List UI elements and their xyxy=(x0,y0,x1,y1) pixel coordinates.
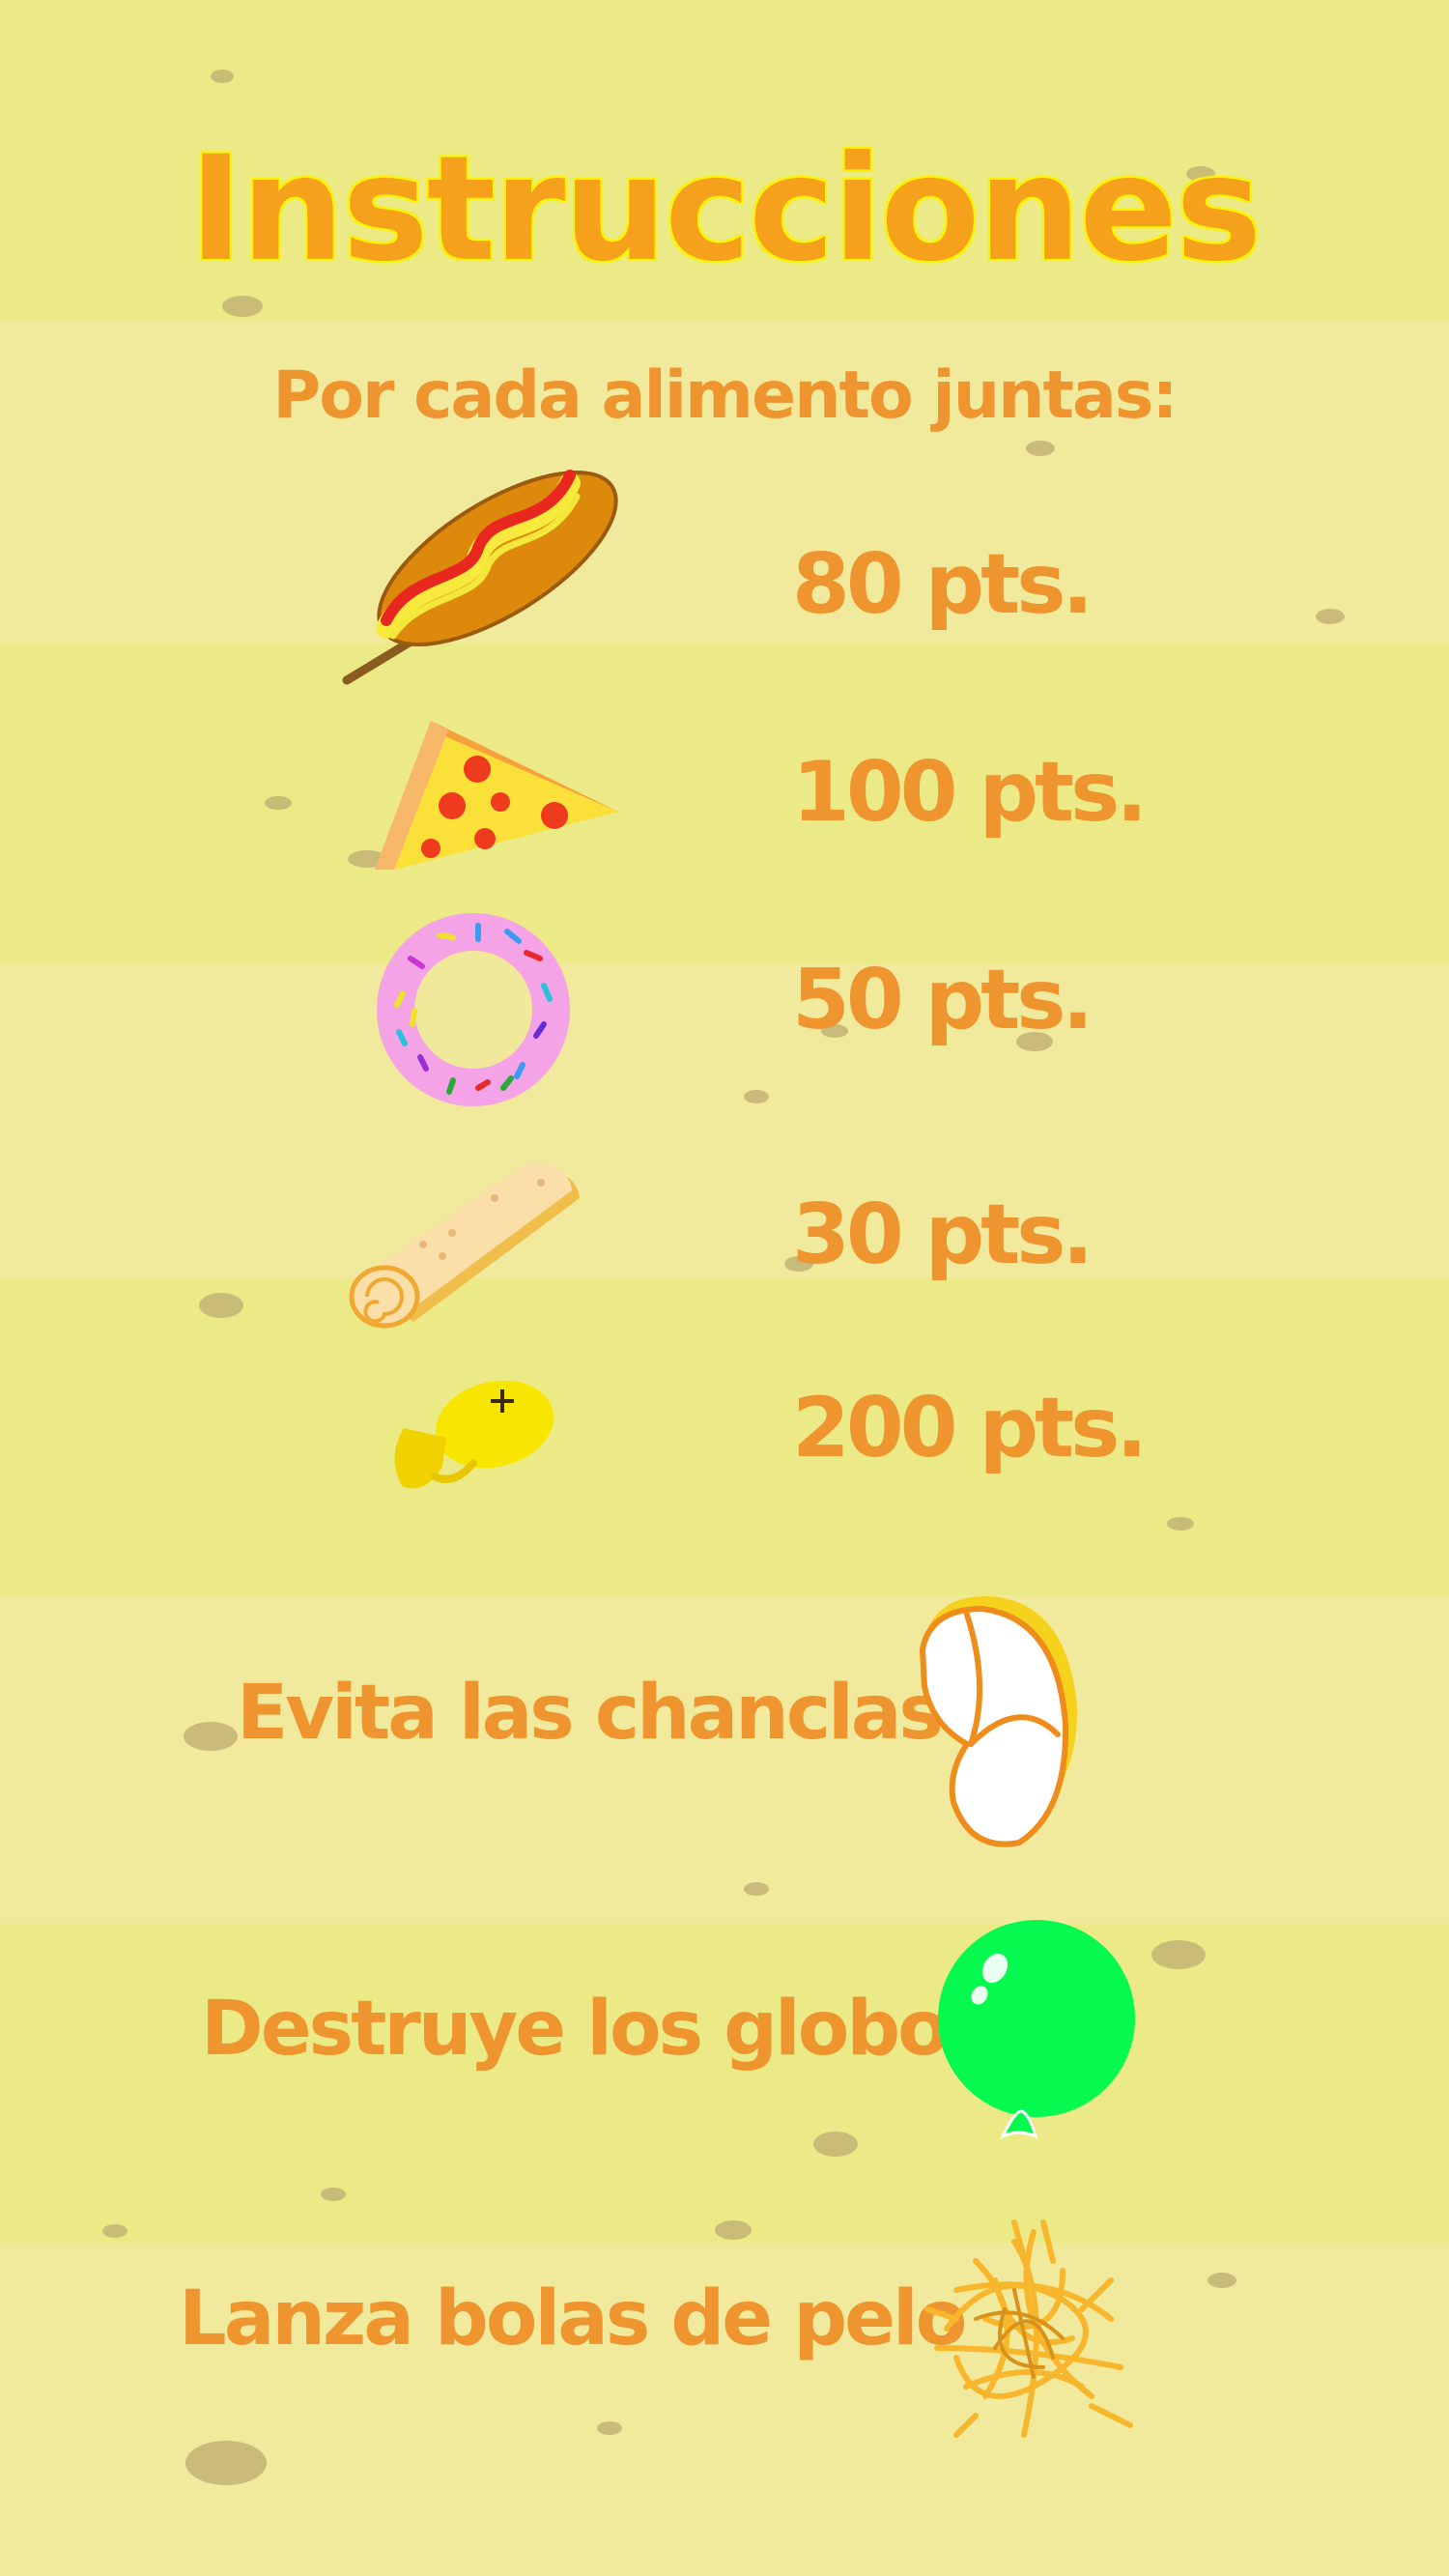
pebble xyxy=(744,1882,769,1896)
rule-text-avoid: Evita las chanclas xyxy=(237,1670,944,1757)
flip-flop-icon xyxy=(919,1596,1078,1847)
pebble xyxy=(744,1090,769,1103)
points-label: 200 pts. xyxy=(792,1380,1148,1476)
pebble xyxy=(199,1293,243,1318)
points-label: 30 pts. xyxy=(792,1187,1094,1283)
points-label: 50 pts. xyxy=(792,952,1094,1048)
pebble xyxy=(715,2220,752,2240)
pebble xyxy=(184,1722,238,1751)
page-title: Instrucciones xyxy=(188,126,1262,294)
pebble xyxy=(222,296,263,317)
pebble xyxy=(1151,1940,1206,1969)
corndog-icon xyxy=(342,470,618,685)
points-label: 100 pts. xyxy=(792,744,1148,841)
background-band xyxy=(0,1595,1449,1924)
pebble xyxy=(265,796,292,810)
pebble xyxy=(102,2224,128,2238)
pebble xyxy=(185,2441,267,2485)
fish-icon xyxy=(394,1380,554,1489)
background-band xyxy=(0,964,1449,1278)
hairball-icon xyxy=(924,2219,1133,2438)
pebble xyxy=(211,70,234,83)
subtitle: Por cada alimento juntas: xyxy=(272,358,1178,434)
balloon-icon xyxy=(938,1920,1135,2140)
pebble xyxy=(1208,2273,1236,2288)
pebble xyxy=(813,2132,858,2157)
pebble xyxy=(1316,609,1345,624)
pizza-slice-icon xyxy=(375,721,618,870)
points-label: 80 pts. xyxy=(792,536,1094,633)
rule-text-destroy: Destruye los globos xyxy=(201,1986,991,2073)
background-band xyxy=(0,1924,1449,2243)
donut-icon xyxy=(377,913,570,1106)
background-band xyxy=(0,1278,1449,1595)
pebble xyxy=(1167,1517,1194,1531)
pebble xyxy=(597,2421,622,2435)
background-band xyxy=(0,644,1449,964)
burrito-icon xyxy=(349,1162,580,1329)
pebble xyxy=(321,2188,346,2201)
pebble xyxy=(1026,441,1055,456)
rule-text-throw: Lanza bolas de pelo xyxy=(179,2275,967,2362)
